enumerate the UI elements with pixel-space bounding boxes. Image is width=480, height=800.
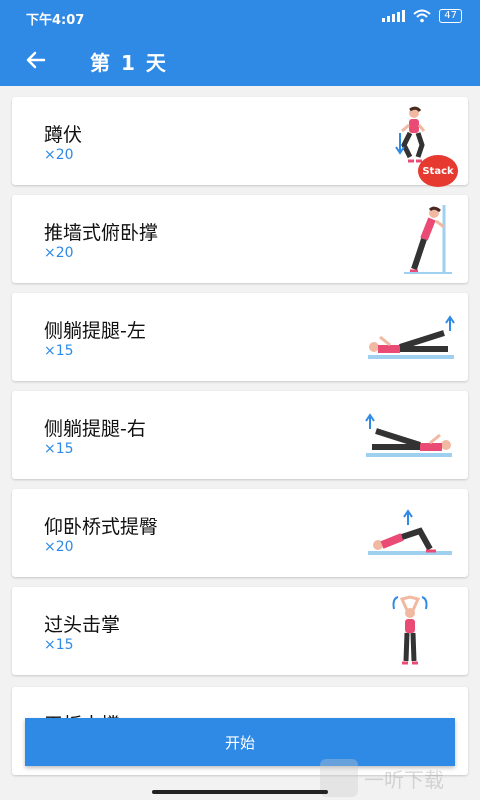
exercise-item-side-leg-raise-left[interactable]: 侧躺提腿-左 ×15 [12,293,468,381]
exercise-name: 侧躺提腿-左 [44,320,146,342]
home-indicator[interactable] [152,790,328,794]
exercise-list: 蹲伏 ×20 Stack 推墙式俯卧撑 ×20 侧躺提腿-左 ×15 侧躺提腿-… [12,97,468,685]
page-title: 第 1 天 [90,51,168,75]
side-leg-raise-right-illustration [365,413,452,457]
exercise-item-glute-bridge[interactable]: 仰卧桥式提臀 ×20 [12,489,468,577]
exercise-reps: ×15 [44,343,74,359]
system-icons: 47 [382,9,462,23]
battery-icon: 47 [439,9,462,23]
back-arrow-icon[interactable] [22,46,50,74]
exercise-name: 蹲伏 [44,124,83,146]
exercise-name: 侧躺提腿-右 [44,418,146,440]
glute-bridge-illustration [368,509,452,555]
status-bar: 下午4:07 47 [0,0,480,34]
exercise-name: 推墙式俯卧撑 [44,222,159,244]
exercise-name: 仰卧桥式提臀 [44,516,159,538]
wall-pushup-illustration [404,205,452,274]
exercise-reps: ×15 [44,637,74,653]
wifi-icon [413,9,431,23]
exercise-item-squat[interactable]: 蹲伏 ×20 Stack [12,97,468,187]
watermark-text: 一听下载 [364,767,444,792]
exercise-item-side-leg-raise-right[interactable]: 侧躺提腿-右 ×15 [12,391,468,479]
exercise-reps: ×15 [44,441,74,457]
signal-icon [382,10,406,22]
exercise-reps: ×20 [44,245,74,261]
watermark: 一听下载 [320,758,480,798]
side-leg-raise-left-illustration [368,315,455,359]
exercise-item-overhead-clap[interactable]: 过头击掌 ×15 [12,587,468,675]
exercise-name: 过头击掌 [44,614,121,636]
exercise-reps: ×20 [44,147,74,163]
overhead-clap-illustration [392,595,428,665]
status-time: 下午4:07 [26,13,85,28]
exercise-item-wall-pushup[interactable]: 推墙式俯卧撑 ×20 [12,195,468,283]
app-bar: 第 1 天 [0,34,480,86]
stack-badge[interactable]: Stack [418,155,458,187]
exercise-reps: ×20 [44,539,74,555]
